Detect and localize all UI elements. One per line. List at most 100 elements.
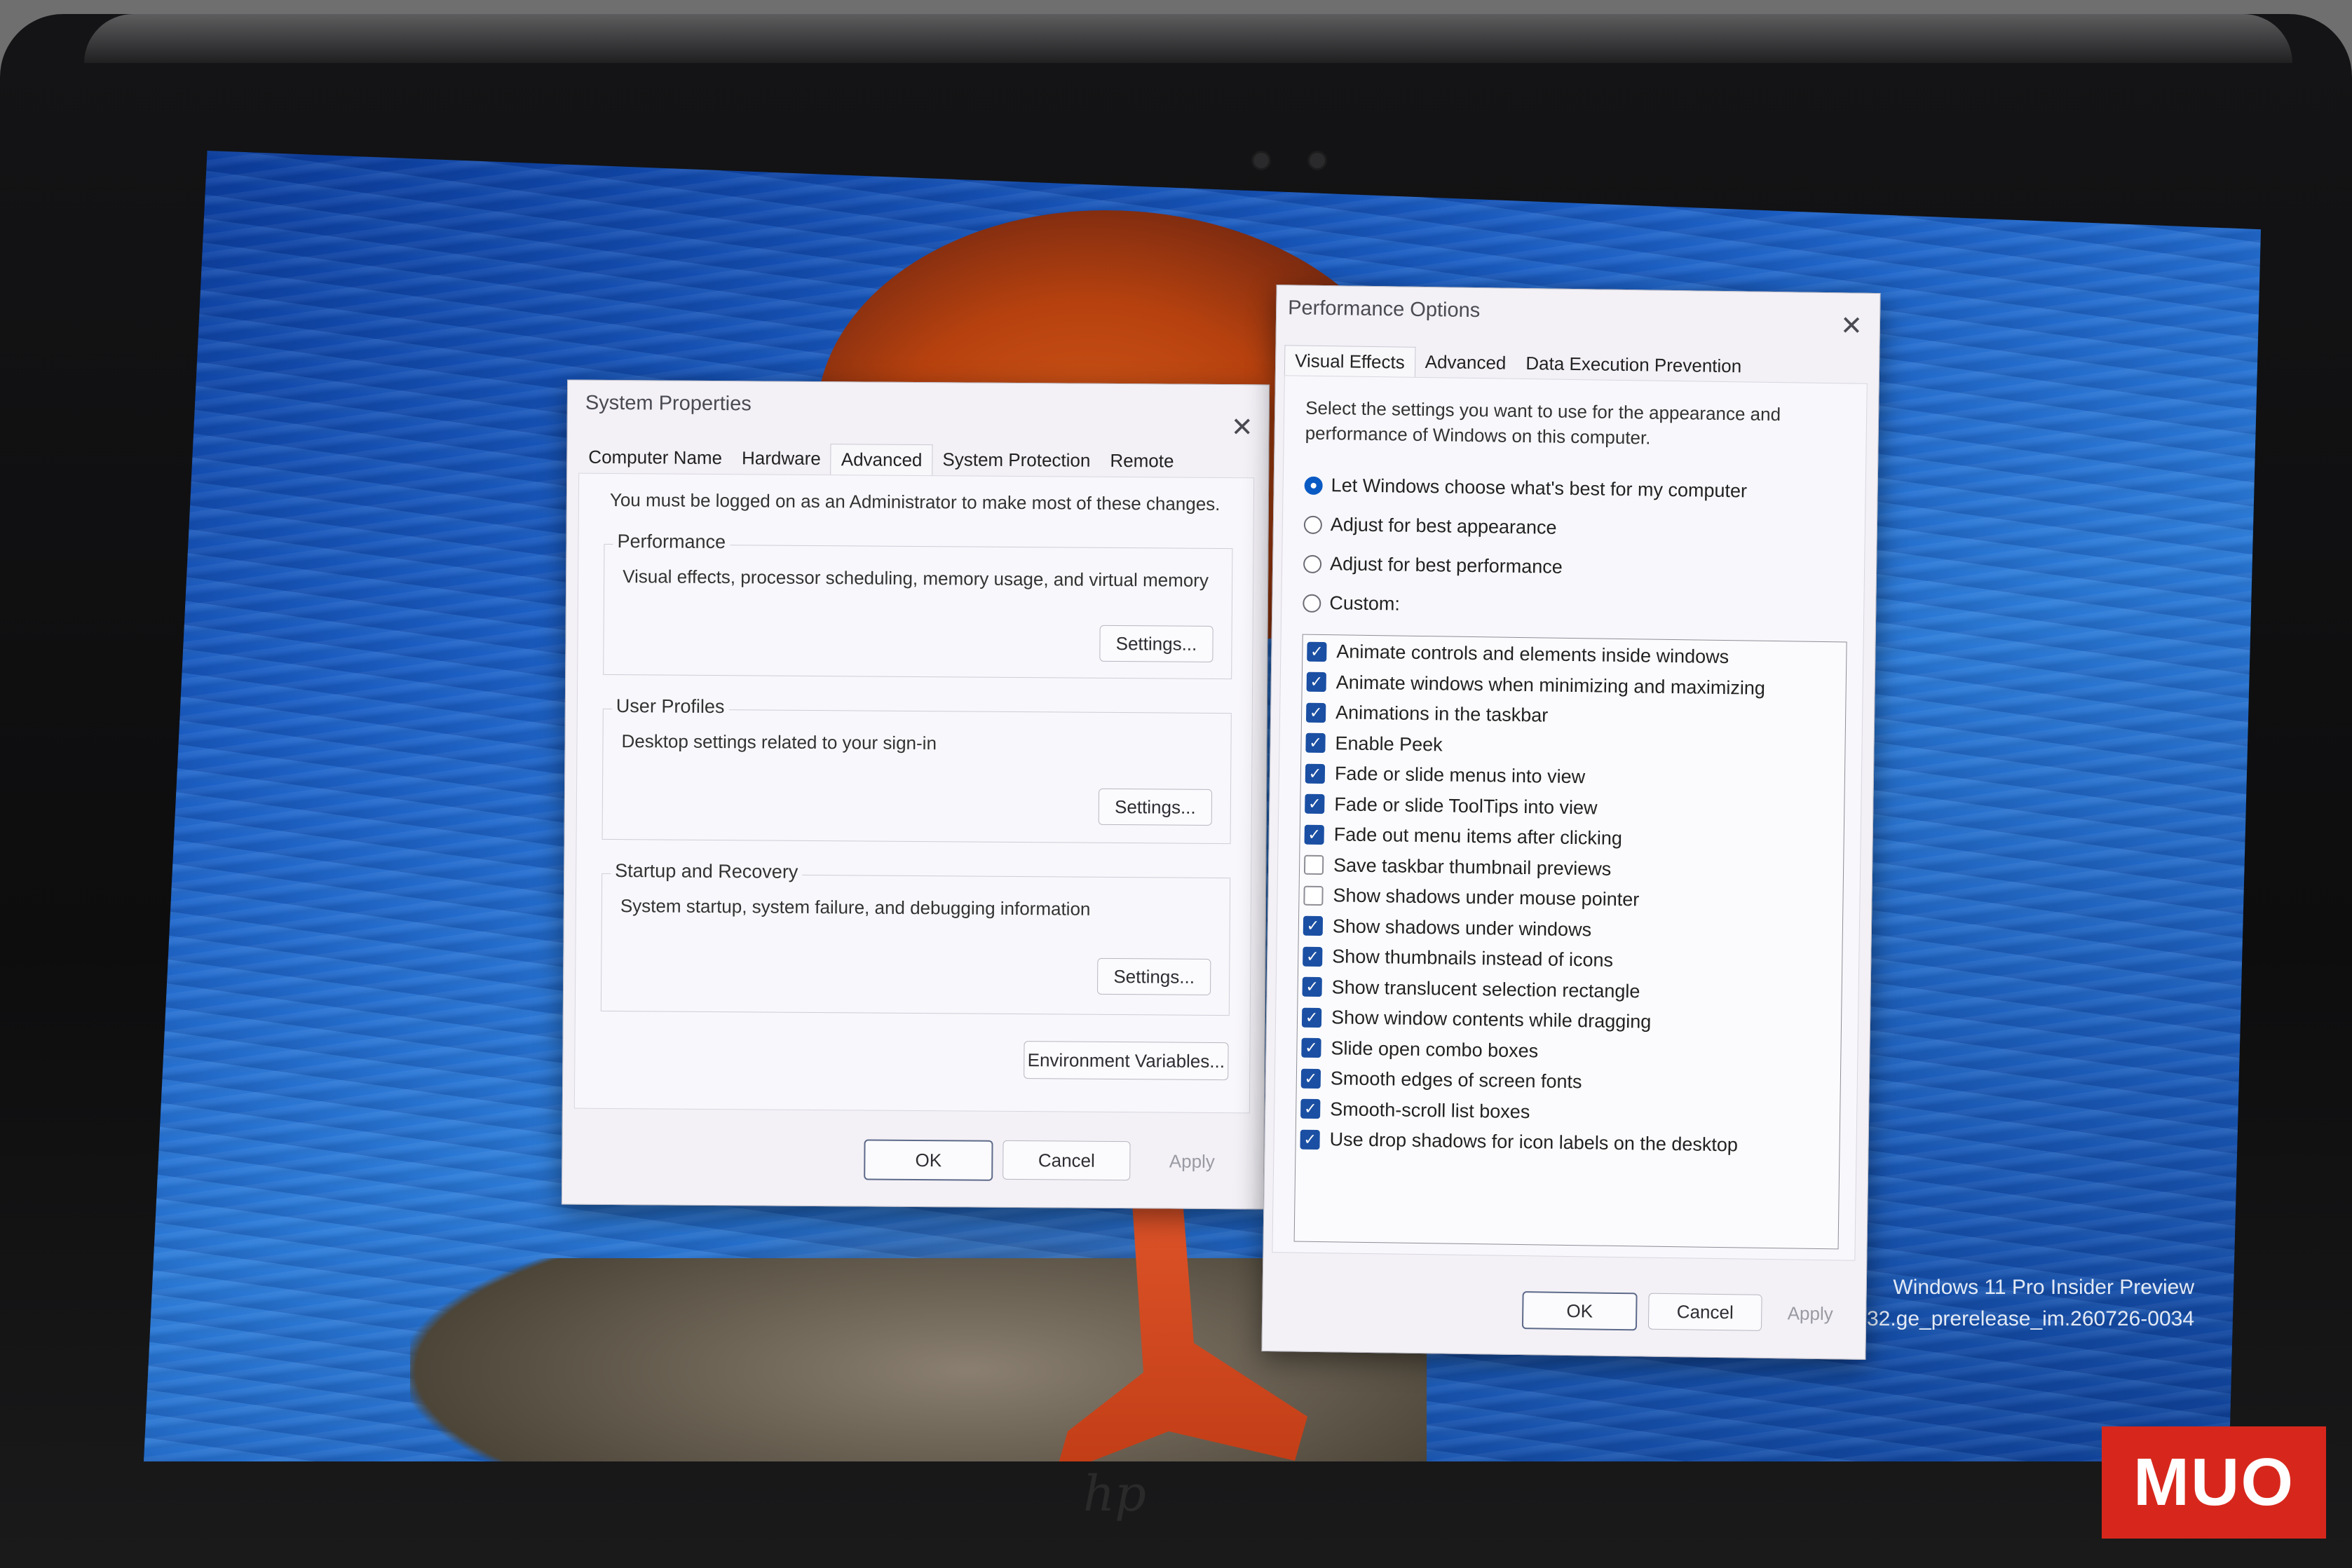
checkbox-checked[interactable]: ✓	[1301, 1037, 1321, 1058]
effect-checkbox-row[interactable]: ✓ Fade out menu items after clicking	[1304, 824, 1623, 850]
effect-label: Show shadows under windows	[1332, 915, 1592, 940]
radio-best-performance[interactable]: Adjust for best performance	[1303, 553, 1563, 578]
checkbox-checked[interactable]: ✓	[1307, 641, 1327, 662]
startup-recovery-description: System startup, system failure, and debu…	[620, 895, 1091, 920]
tab-advanced[interactable]: Advanced	[830, 444, 933, 476]
effect-checkbox-row[interactable]: ✓ Show window contents while dragging	[1301, 1007, 1652, 1033]
effect-checkbox-row[interactable]: ✓ Save taskbar thumbnail previews	[1303, 854, 1611, 880]
tab-data-execution-prevention[interactable]: Data Execution Prevention	[1516, 348, 1751, 383]
checkbox-checked[interactable]: ✓	[1305, 702, 1326, 723]
effect-checkbox-row[interactable]: ✓ Smooth-scroll list boxes	[1300, 1098, 1530, 1123]
cancel-button[interactable]: Cancel	[1002, 1140, 1131, 1181]
radio-button[interactable]	[1303, 594, 1321, 613]
admin-note: You must be logged on as an Administrato…	[609, 489, 1221, 515]
effect-label: Animate windows when minimizing and maxi…	[1335, 671, 1766, 699]
webcam-lens	[1307, 151, 1327, 170]
startup-recovery-settings-button[interactable]: Settings...	[1097, 957, 1211, 995]
watermark-edition: Windows 11 Pro Insider Preview	[1893, 1276, 2194, 1299]
cancel-button[interactable]: Cancel	[1647, 1293, 1762, 1331]
checkbox-checked[interactable]: ✓	[1306, 671, 1326, 693]
effect-checkbox-row[interactable]: ✓ Show shadows under windows	[1303, 915, 1592, 941]
checkbox-checked[interactable]: ✓	[1301, 1007, 1322, 1028]
tab-remote[interactable]: Remote	[1100, 446, 1183, 477]
performance-description: Visual effects, processor scheduling, me…	[623, 566, 1209, 591]
radio-custom[interactable]: Custom:	[1303, 592, 1400, 615]
effect-checkbox-row[interactable]: ✓ Animations in the taskbar	[1305, 702, 1549, 727]
effect-checkbox-row[interactable]: ✓ Use drop shadows for icon labels on the…	[1300, 1129, 1738, 1157]
user-profiles-group-label: User Profiles	[611, 695, 729, 718]
effect-label: Show window contents while dragging	[1331, 1007, 1652, 1032]
webcam-sensor	[1251, 151, 1271, 170]
effect-label: Fade or slide menus into view	[1334, 763, 1586, 788]
close-icon[interactable]: ✕	[1840, 311, 1863, 341]
close-icon[interactable]: ✕	[1231, 413, 1253, 442]
visual-effects-listbox[interactable]: ✓ Animate controls and elements inside wi…	[1293, 634, 1847, 1250]
effect-label: Animate controls and elements inside win…	[1336, 641, 1729, 668]
effect-label: Slide open combo boxes	[1331, 1037, 1539, 1061]
radio-button[interactable]	[1303, 515, 1323, 534]
environment-variables-button[interactable]: Environment Variables...	[1024, 1041, 1229, 1081]
radio-label: Custom:	[1329, 592, 1401, 615]
effect-checkbox-row[interactable]: ✓ Fade or slide menus into view	[1305, 763, 1586, 789]
checkbox-checked[interactable]: ✓	[1300, 1098, 1321, 1119]
tab-system-protection[interactable]: System Protection	[932, 444, 1100, 477]
checkbox-checked[interactable]: ✓	[1305, 793, 1325, 814]
performance-group: Performance Visual effects, processor sc…	[603, 530, 1233, 680]
user-profiles-group: User Profiles Desktop settings related t…	[601, 695, 1232, 845]
checkbox-checked[interactable]: ✓	[1302, 976, 1322, 997]
startup-recovery-group: Startup and Recovery System startup, sys…	[600, 859, 1231, 1016]
effect-checkbox-row[interactable]: ✓ Enable Peek	[1305, 732, 1443, 756]
tab-strip: Computer Name Hardware Advanced System P…	[578, 442, 1183, 477]
checkbox-checked[interactable]: ✓	[1303, 946, 1323, 967]
tab-visual-effects[interactable]: Visual Effects	[1284, 345, 1416, 378]
apply-button[interactable]: Apply	[1138, 1141, 1245, 1181]
effect-checkbox-row[interactable]: ✓ Show shadows under mouse pointer	[1303, 885, 1639, 911]
checkbox-checked[interactable]: ✓	[1303, 915, 1324, 936]
ok-button[interactable]: OK	[864, 1139, 993, 1181]
radio-label: Adjust for best appearance	[1330, 514, 1557, 538]
radio-button[interactable]	[1303, 554, 1322, 573]
radio-best-appearance[interactable]: Adjust for best appearance	[1303, 514, 1557, 539]
effect-checkbox-row[interactable]: ✓ Animate windows when minimizing and max…	[1306, 671, 1766, 699]
dialog-title: System Properties	[585, 391, 752, 416]
apply-button[interactable]: Apply	[1767, 1295, 1854, 1332]
user-profiles-settings-button[interactable]: Settings...	[1098, 788, 1213, 826]
user-profiles-description: Desktop settings related to your sign-in	[621, 730, 937, 754]
effect-checkbox-row[interactable]: ✓ Show translucent selection rectangle	[1302, 976, 1640, 1002]
tab-hardware[interactable]: Hardware	[732, 443, 831, 475]
intro-text-line-2: performance of Windows on this computer.	[1305, 422, 1651, 449]
effect-checkbox-row[interactable]: ✓ Show thumbnails instead of icons	[1303, 946, 1613, 972]
checkbox-unchecked[interactable]: ✓	[1303, 854, 1324, 875]
checkbox-checked[interactable]: ✓	[1300, 1129, 1320, 1150]
effect-checkbox-row[interactable]: ✓ Slide open combo boxes	[1301, 1037, 1538, 1062]
radio-let-windows-choose[interactable]: Let Windows choose what's best for my co…	[1304, 475, 1747, 503]
effect-label: Animations in the taskbar	[1335, 702, 1549, 726]
intro-text-line-1: Select the settings you want to use for …	[1305, 397, 1781, 425]
effect-label: Use drop shadows for icon labels on the …	[1329, 1129, 1739, 1156]
effect-checkbox-row[interactable]: ✓ Fade or slide ToolTips into view	[1305, 793, 1598, 819]
checkbox-checked[interactable]: ✓	[1304, 824, 1324, 845]
checkbox-checked[interactable]: ✓	[1305, 763, 1326, 784]
effect-label: Smooth-scroll list boxes	[1330, 1098, 1530, 1122]
effect-label: Show shadows under mouse pointer	[1333, 885, 1640, 911]
muo-logo-badge: MUO	[2102, 1426, 2326, 1539]
visual-effects-panel: Select the settings you want to use for …	[1272, 375, 1868, 1261]
effects-list: ✓ Animate controls and elements inside wi…	[1300, 635, 1847, 1155]
effect-label: Show thumbnails instead of icons	[1332, 946, 1614, 971]
checkbox-checked[interactable]: ✓	[1300, 1068, 1321, 1089]
effect-label: Smooth edges of screen fonts	[1330, 1068, 1582, 1093]
effect-label: Fade out menu items after clicking	[1333, 824, 1623, 850]
effect-label: Show translucent selection rectangle	[1331, 976, 1640, 1002]
performance-settings-button[interactable]: Settings...	[1099, 625, 1214, 662]
tab-computer-name[interactable]: Computer Name	[578, 442, 732, 475]
effect-label: Fade or slide ToolTips into view	[1334, 793, 1598, 819]
radio-button-selected[interactable]	[1304, 476, 1323, 495]
checkbox-checked[interactable]: ✓	[1305, 732, 1326, 754]
effect-checkbox-row[interactable]: ✓ Smooth edges of screen fonts	[1300, 1068, 1582, 1093]
advanced-tab-panel: You must be logged on as an Administrato…	[573, 472, 1255, 1114]
tab-advanced[interactable]: Advanced	[1415, 347, 1516, 379]
ok-button[interactable]: OK	[1521, 1291, 1638, 1331]
checkbox-unchecked[interactable]: ✓	[1303, 885, 1324, 906]
effect-checkbox-row[interactable]: ✓ Animate controls and elements inside wi…	[1307, 641, 1729, 668]
system-properties-dialog: System Properties ✕ Computer Name Hardwa…	[561, 379, 1270, 1210]
